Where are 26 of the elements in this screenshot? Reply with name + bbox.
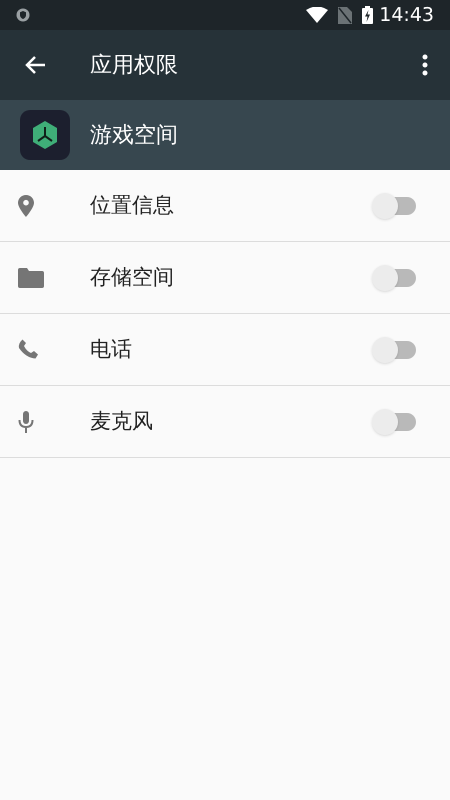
app-bar-title: 应用权限 xyxy=(90,52,178,80)
toggle-switch[interactable] xyxy=(372,408,418,434)
more-vertical-icon xyxy=(422,54,428,76)
back-arrow-icon xyxy=(24,55,46,75)
phone-icon xyxy=(18,339,39,360)
microphone-icon xyxy=(18,410,34,432)
toggle-switch[interactable] xyxy=(372,264,418,290)
permission-label: 麦克风 xyxy=(90,408,154,435)
app-name: 游戏空间 xyxy=(90,122,178,150)
permission-label: 存储空间 xyxy=(90,264,175,291)
permission-row[interactable]: 位置信息 xyxy=(0,170,450,242)
toggle-switch[interactable] xyxy=(372,192,418,218)
wifi-icon xyxy=(306,7,328,23)
shield-icon xyxy=(16,8,30,22)
status-time: 14:43 xyxy=(379,2,434,28)
permission-label: 电话 xyxy=(90,336,133,363)
permission-row[interactable]: 电话 xyxy=(0,314,450,386)
toggle-switch[interactable] xyxy=(372,336,418,362)
permission-label: 位置信息 xyxy=(90,192,175,219)
no-sim-icon xyxy=(338,6,352,24)
permission-row[interactable]: 麦克风 xyxy=(0,386,450,458)
location-pin-icon xyxy=(18,194,34,216)
battery-charging-icon xyxy=(362,6,374,24)
app-icon xyxy=(20,110,70,160)
folder-icon xyxy=(18,268,44,288)
permission-row[interactable]: 存储空间 xyxy=(0,242,450,314)
